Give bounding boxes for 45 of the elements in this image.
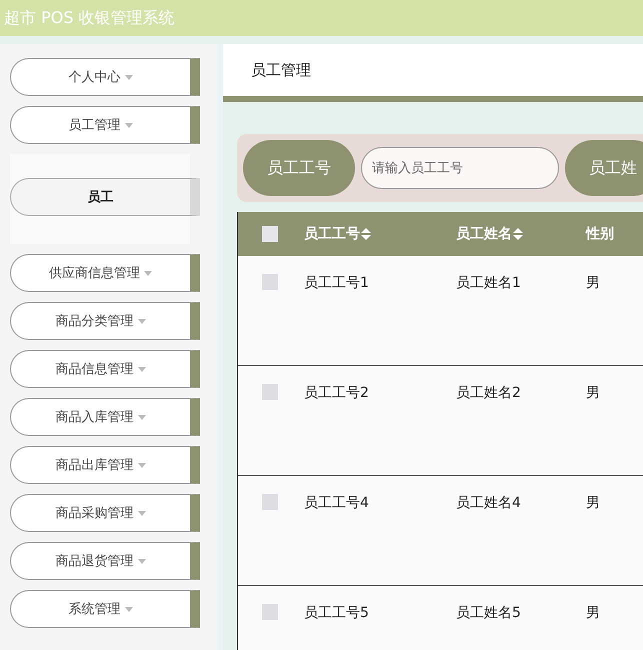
table-cell-text: 员工工号1: [304, 274, 370, 292]
table-cell-text: 员工姓名4: [456, 494, 522, 512]
caret-icon: [138, 510, 146, 516]
field-label: 员工工号: [243, 140, 355, 196]
menu-item[interactable]: 员工管理: [10, 106, 200, 144]
row-checkbox[interactable]: [262, 494, 278, 510]
menu-item[interactable]: 商品信息管理: [10, 350, 200, 388]
menu-item[interactable]: 供应商信息管理: [10, 254, 200, 292]
caret-icon: [138, 462, 146, 468]
menu-item[interactable]: 商品采购管理: [10, 494, 200, 532]
field-label: 员工姓: [565, 140, 643, 196]
menu-item[interactable]: 个人中心: [10, 58, 200, 96]
app-title: 超市 POS 收银管理系统: [0, 0, 643, 36]
caret-icon: [124, 606, 132, 612]
table-cell-text: 男: [586, 384, 601, 402]
caret-icon: [138, 558, 146, 564]
table-cell-text: 员工姓名1: [456, 274, 522, 292]
caret-icon: [138, 318, 146, 324]
select-all-checkbox[interactable]: [262, 226, 278, 242]
menu-item[interactable]: 商品出库管理: [10, 446, 200, 484]
row-checkbox[interactable]: [262, 274, 278, 290]
table-cell-text: 员工姓名2: [456, 384, 522, 402]
row-checkbox[interactable]: [262, 384, 278, 400]
table-cell-text: 员工工号5: [304, 604, 370, 622]
table-cell-text: 男: [586, 604, 601, 622]
table-cell-text: 员工工号4: [304, 494, 370, 512]
menu-item[interactable]: 商品退货管理: [10, 542, 200, 580]
caret-icon: [144, 270, 152, 276]
row-checkbox[interactable]: [262, 604, 278, 620]
caret-icon: [138, 414, 146, 420]
table-cell-text: 员工姓名5: [456, 604, 522, 622]
menu-item[interactable]: 系统管理: [10, 590, 200, 628]
sort-icon[interactable]: [513, 228, 523, 240]
caret-icon: [124, 122, 132, 128]
table-cell-text: 男: [586, 274, 601, 292]
menu-item[interactable]: 商品分类管理: [10, 302, 200, 340]
menu-item[interactable]: 商品入库管理: [10, 398, 200, 436]
submenu-item[interactable]: 员工: [10, 178, 200, 216]
caret-icon: [138, 366, 146, 372]
table-cell-text: 男: [586, 494, 601, 512]
table-cell-text: 员工工号2: [304, 384, 370, 402]
search-field[interactable]: 请输入员工工号: [361, 147, 559, 189]
breadcrumb-bar: 员工管理: [223, 44, 643, 102]
caret-icon: [124, 74, 132, 80]
sort-icon[interactable]: [361, 228, 371, 240]
